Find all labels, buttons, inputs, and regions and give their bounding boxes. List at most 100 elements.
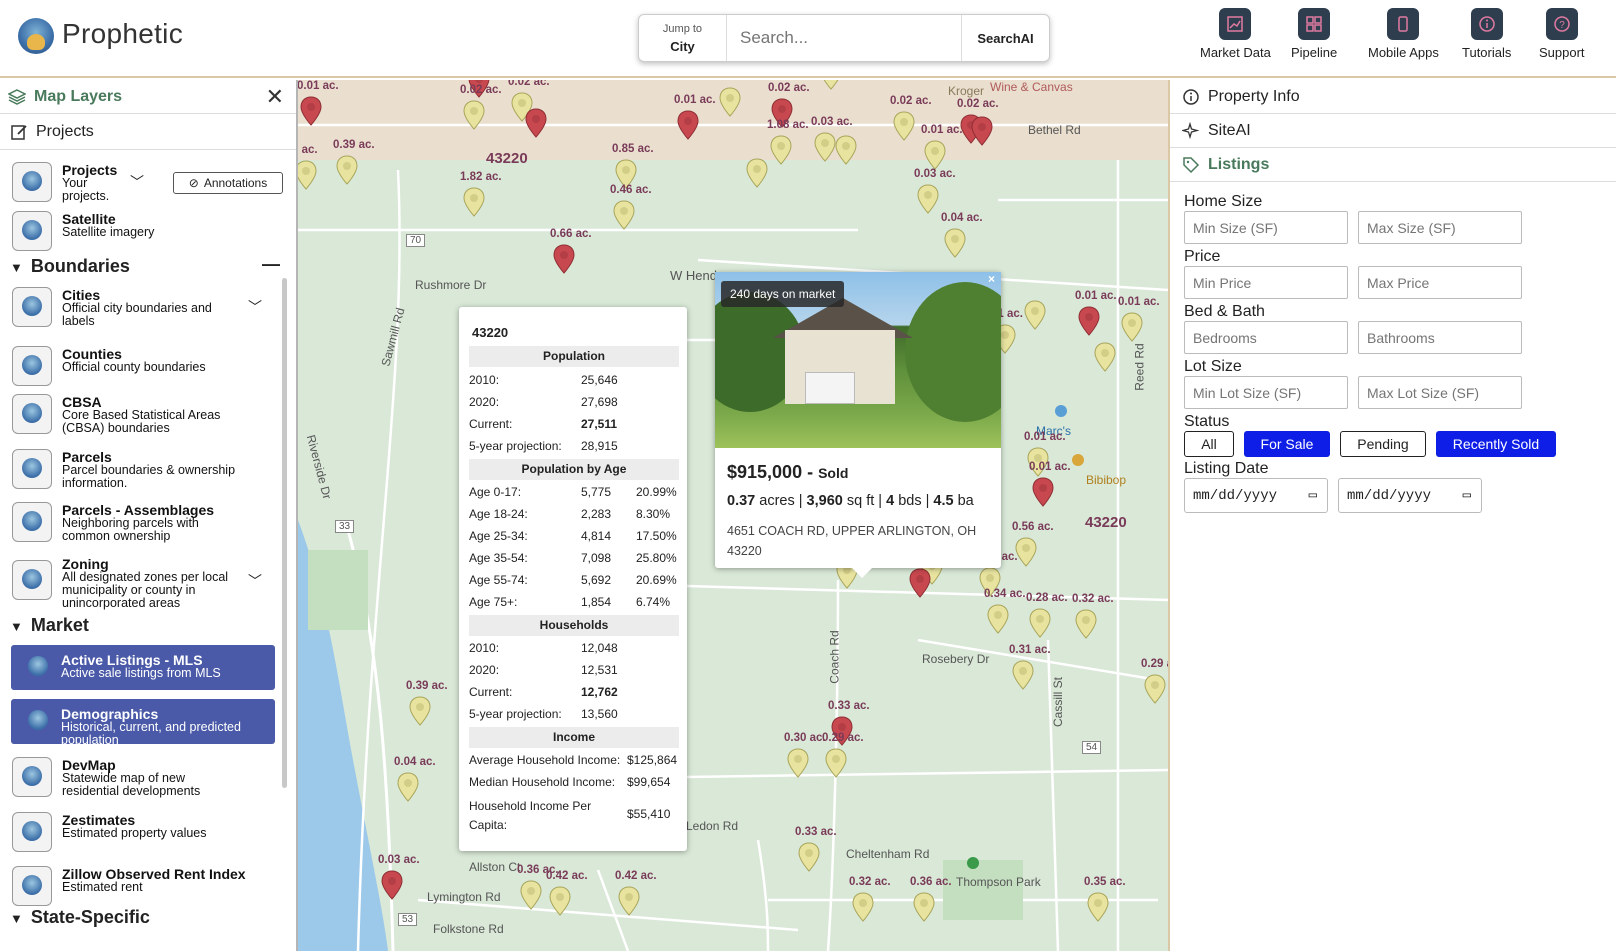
map-pin-active[interactable] bbox=[1012, 660, 1034, 690]
map-pin-active[interactable] bbox=[463, 100, 485, 130]
chevron-down-icon[interactable]: ﹀ bbox=[248, 571, 262, 591]
map-pin-active[interactable] bbox=[615, 159, 637, 189]
sidebar-scrollbar[interactable] bbox=[282, 278, 287, 788]
min-price-input[interactable] bbox=[1184, 266, 1348, 299]
layer-devmap[interactable]: DevMap Statewide map of new residential … bbox=[12, 757, 272, 798]
map-pin-sold[interactable] bbox=[525, 108, 547, 138]
map-pin-active[interactable] bbox=[1024, 300, 1046, 330]
status-for-sale-button[interactable]: For Sale bbox=[1244, 431, 1330, 457]
map-pin-active[interactable] bbox=[409, 696, 431, 726]
tab-property-info[interactable]: Property Info bbox=[1170, 80, 1616, 114]
map-pin-sold[interactable] bbox=[677, 110, 699, 140]
map-pin-active[interactable] bbox=[893, 111, 915, 141]
map-pin-active[interactable] bbox=[987, 604, 1009, 634]
close-icon[interactable]: ✕ bbox=[266, 84, 284, 110]
chevron-down-icon[interactable]: ﹀ bbox=[248, 297, 262, 317]
map-pin-active[interactable] bbox=[520, 880, 542, 910]
search-input[interactable] bbox=[728, 15, 962, 61]
chevron-down-icon[interactable]: ﹀ bbox=[130, 172, 144, 192]
map-pin-active[interactable] bbox=[917, 184, 939, 214]
calendar-icon[interactable]: ▭ bbox=[1463, 487, 1471, 504]
collapse-icon[interactable]: — bbox=[262, 254, 280, 275]
map-pin-active[interactable] bbox=[1015, 537, 1037, 567]
layer-demographics[interactable]: Demographics Historical, current, and pr… bbox=[11, 699, 275, 747]
nav-mobile-apps[interactable]: Mobile Apps bbox=[1368, 8, 1439, 60]
map-pin-active[interactable] bbox=[618, 886, 640, 916]
map-pin-active[interactable] bbox=[820, 80, 840, 90]
searchai-button[interactable]: SearchAI bbox=[961, 15, 1049, 61]
map-pin-active[interactable] bbox=[613, 200, 635, 230]
section-market[interactable]: ▼ Market bbox=[10, 615, 89, 636]
layer-cbsa[interactable]: CBSA Core Based Statistical Areas (CBSA)… bbox=[12, 394, 272, 435]
tab-listings[interactable]: Listings bbox=[1170, 148, 1616, 182]
close-icon[interactable]: × bbox=[988, 272, 995, 286]
jump-to-selector[interactable]: Jump to City bbox=[639, 15, 727, 61]
layer-cities[interactable]: Cities Official city boundaries and labe… bbox=[12, 287, 272, 328]
layer-satellite[interactable]: Satellite Satellite imagery bbox=[12, 211, 272, 251]
nav-pipeline[interactable]: Pipeline bbox=[1291, 8, 1337, 60]
max-lot-input[interactable] bbox=[1358, 376, 1522, 409]
calendar-icon[interactable]: ▭ bbox=[1309, 487, 1317, 504]
tab-siteai[interactable]: SiteAI bbox=[1170, 114, 1616, 148]
map-pin-active[interactable] bbox=[549, 886, 571, 916]
map-pin-sold[interactable] bbox=[909, 568, 931, 598]
map-pin-active[interactable] bbox=[787, 748, 809, 778]
bedrooms-input[interactable] bbox=[1184, 321, 1348, 354]
max-size-input[interactable] bbox=[1358, 211, 1522, 244]
map-pin-active[interactable] bbox=[397, 772, 419, 802]
map-pin-active[interactable] bbox=[852, 892, 874, 922]
map-pin-active[interactable] bbox=[798, 842, 820, 872]
listing-popup[interactable]: 240 days on market × $915,000 - Sold 0.3… bbox=[715, 272, 1001, 578]
layer-assemblages[interactable]: Parcels - Assemblages Neighboring parcel… bbox=[12, 502, 272, 543]
map-pin-sold[interactable] bbox=[971, 116, 993, 146]
map-pin-sold[interactable] bbox=[300, 96, 322, 126]
listing-photo[interactable]: 240 days on market × bbox=[715, 272, 1001, 448]
map-pin-active[interactable] bbox=[944, 228, 966, 258]
layer-active-listings[interactable]: Active Listings - MLS Active sale listin… bbox=[11, 645, 275, 690]
map-pin-active[interactable] bbox=[1121, 312, 1143, 342]
layer-zestimates[interactable]: Zestimates Estimated property values bbox=[12, 812, 272, 852]
projects-tab[interactable]: Projects bbox=[0, 114, 296, 150]
listing-date-start[interactable]: mm/dd/yyyy ▭ bbox=[1184, 478, 1328, 513]
map-pin-sold[interactable] bbox=[553, 244, 575, 274]
layer-zoning[interactable]: Zoning All designated zones per local mu… bbox=[12, 556, 272, 610]
map-canvas[interactable]: 43220 43220 Rushmore Dr W Henderson Sawm… bbox=[298, 80, 1168, 951]
nav-support[interactable]: ? Support bbox=[1539, 8, 1585, 60]
map-pin-active[interactable] bbox=[1075, 609, 1097, 639]
map-pin-sold[interactable] bbox=[1032, 477, 1054, 507]
layer-parcels[interactable]: Parcels Parcel boundaries & ownership in… bbox=[12, 449, 272, 490]
section-boundaries[interactable]: ▼ Boundaries — bbox=[10, 254, 280, 277]
map-pin-active[interactable] bbox=[770, 135, 792, 165]
map-pin-active[interactable] bbox=[719, 87, 741, 117]
section-state-specific[interactable]: ▼ State-Specific bbox=[10, 907, 150, 928]
layer-zori[interactable]: Zillow Observed Rent Index Estimated ren… bbox=[12, 866, 272, 906]
listing-date-end[interactable]: mm/dd/yyyy ▭ bbox=[1338, 478, 1482, 513]
nav-market-data[interactable]: Market Data bbox=[1200, 8, 1271, 60]
status-pending-button[interactable]: Pending bbox=[1340, 431, 1426, 457]
map-pin-active[interactable] bbox=[835, 135, 857, 165]
map-pin-active[interactable] bbox=[336, 155, 358, 185]
status-recently-sold-button[interactable]: Recently Sold bbox=[1436, 431, 1556, 457]
nav-tutorials[interactable]: Tutorials bbox=[1462, 8, 1511, 60]
max-price-input[interactable] bbox=[1358, 266, 1522, 299]
brand-name[interactable]: Prophetic bbox=[62, 18, 183, 50]
map-pin-sold[interactable] bbox=[381, 870, 403, 900]
min-size-input[interactable] bbox=[1184, 211, 1348, 244]
map-pin-active[interactable] bbox=[1087, 892, 1109, 922]
annotations-button[interactable]: ⊘ Annotations bbox=[173, 172, 283, 194]
prophetic-logo-icon[interactable] bbox=[18, 18, 54, 54]
status-all-button[interactable]: All bbox=[1184, 431, 1234, 457]
map-pin-active[interactable] bbox=[814, 132, 836, 162]
bathrooms-input[interactable] bbox=[1358, 321, 1522, 354]
layer-counties[interactable]: Counties Official county boundaries bbox=[12, 346, 272, 386]
map-pin-active[interactable] bbox=[913, 892, 935, 922]
map-pin-active[interactable] bbox=[463, 187, 485, 217]
map-pin-sold[interactable] bbox=[1078, 306, 1100, 336]
map-pin-active[interactable] bbox=[1094, 342, 1116, 372]
map-pin-active[interactable] bbox=[1144, 674, 1166, 704]
map-pin-active[interactable] bbox=[298, 160, 317, 190]
map-pin-active[interactable] bbox=[924, 140, 946, 170]
min-lot-input[interactable] bbox=[1184, 376, 1348, 409]
map-pin-active[interactable] bbox=[746, 158, 768, 188]
map-pin-active[interactable] bbox=[825, 748, 847, 778]
